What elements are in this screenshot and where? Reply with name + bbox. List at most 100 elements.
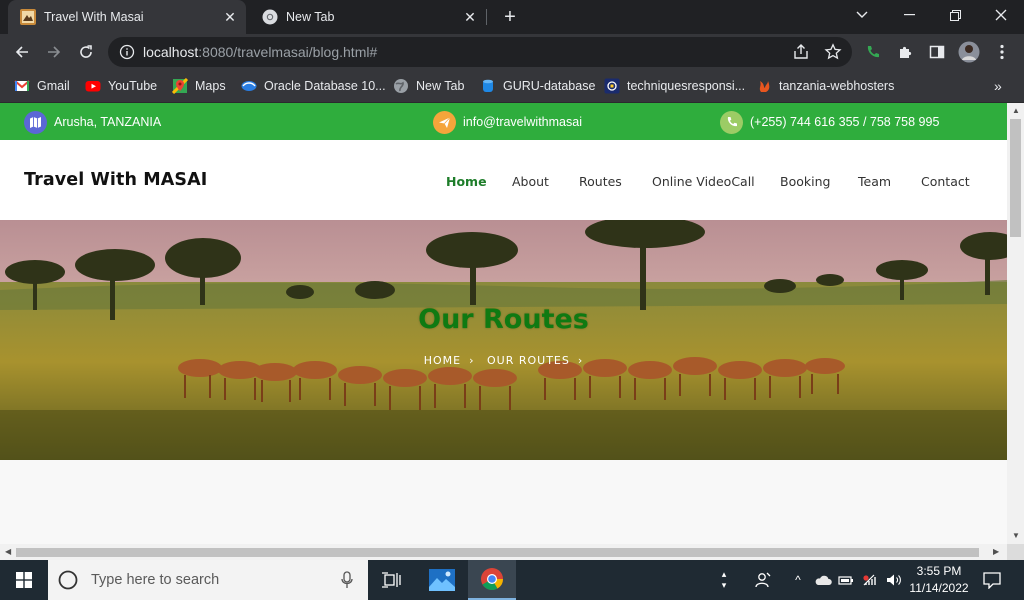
side-panel-icon[interactable] bbox=[926, 41, 948, 63]
chevron-right-icon: › bbox=[469, 354, 475, 367]
browser-toolbar: localhost:8080/travelmasai/blog.html# bbox=[0, 34, 1024, 70]
nav-booking[interactable]: Booking bbox=[780, 174, 830, 189]
volume-icon[interactable] bbox=[884, 560, 904, 600]
show-hidden-icons-chevron-icon[interactable]: ^ bbox=[790, 560, 806, 600]
vertical-scroll-thumb[interactable] bbox=[1010, 119, 1021, 237]
tab-title: New Tab bbox=[286, 10, 335, 24]
location-text: Arusha, TANZANIA bbox=[54, 115, 162, 129]
puzzle-extensions-icon[interactable] bbox=[894, 41, 916, 63]
nav-about[interactable]: About bbox=[512, 174, 549, 189]
address-bar[interactable]: localhost:8080/travelmasai/blog.html# bbox=[108, 37, 852, 67]
chrome-icon bbox=[262, 9, 278, 25]
globe-icon bbox=[394, 79, 408, 93]
hero-title: Our Routes bbox=[418, 304, 589, 335]
bookmark-gmail[interactable]: Gmail bbox=[14, 77, 70, 95]
clock-time: 3:55 PM bbox=[916, 564, 962, 578]
chevron-right-icon: › bbox=[577, 354, 584, 367]
horizontal-scrollbar[interactable]: ◀ ▶ bbox=[0, 544, 1007, 560]
bookmark-techniquesresponsi[interactable]: techniquesresponsi... bbox=[604, 77, 745, 95]
tab-new-tab[interactable]: New Tab ✕ bbox=[250, 0, 486, 34]
youtube-icon bbox=[85, 81, 101, 92]
nav-online-videocall[interactable]: Online VideoCall bbox=[652, 174, 755, 189]
forward-arrow-icon[interactable] bbox=[40, 38, 68, 66]
safari-tab-icon bbox=[20, 9, 36, 25]
tab-search-chevron-icon[interactable] bbox=[839, 0, 885, 30]
bookmark-guru-database[interactable]: GURU-database bbox=[480, 77, 595, 95]
nav-home[interactable]: Home bbox=[446, 174, 487, 189]
gmail-icon bbox=[14, 80, 30, 91]
phone-text[interactable]: (+255) 744 616 355 / 758 758 995 bbox=[750, 115, 939, 129]
bookmark-maps[interactable]: Maps bbox=[172, 77, 226, 95]
page-viewport: Arusha, TANZANIA info@travelwithmasai (+… bbox=[0, 103, 1007, 544]
bookmarks-overflow-chevron-icon[interactable]: » bbox=[994, 77, 1002, 95]
search-placeholder: Type here to search bbox=[91, 572, 220, 588]
taskbar-clock[interactable]: 3:55 PM 11/14/2022 bbox=[906, 563, 972, 597]
tray-scroll-arrows[interactable]: ▴ ▾ bbox=[716, 560, 732, 600]
star-icon[interactable] bbox=[824, 43, 842, 61]
clock-date: 11/14/2022 bbox=[909, 581, 969, 595]
site-logo[interactable]: Travel With MASAI bbox=[24, 170, 207, 190]
people-icon[interactable] bbox=[750, 560, 776, 600]
new-tab-plus-icon[interactable]: + bbox=[500, 7, 520, 27]
profile-avatar-icon[interactable] bbox=[958, 41, 980, 63]
close-icon[interactable]: ✕ bbox=[222, 9, 238, 25]
onedrive-cloud-icon[interactable] bbox=[812, 560, 834, 600]
tab-travel-with-masai[interactable]: Travel With Masai ✕ bbox=[8, 0, 246, 34]
phone-item[interactable]: (+255) 744 616 355 / 758 758 995 bbox=[720, 110, 939, 134]
scrollbar-corner bbox=[1007, 544, 1024, 560]
phone-extension-icon[interactable] bbox=[862, 41, 884, 63]
breadcrumb: HOME › OUR ROUTES › bbox=[0, 354, 1007, 367]
restore-icon[interactable] bbox=[932, 0, 978, 30]
map-icon bbox=[24, 110, 47, 134]
phone-icon bbox=[720, 110, 743, 134]
nav-routes[interactable]: Routes bbox=[579, 174, 622, 189]
kebab-menu-icon[interactable] bbox=[991, 41, 1013, 63]
savanna-image bbox=[0, 220, 1007, 460]
bookmark-new-tab[interactable]: New Tab bbox=[393, 77, 464, 95]
back-arrow-icon[interactable] bbox=[8, 38, 36, 66]
windows-taskbar: Type here to search ▴ ▾ ^ 3:55 PM 11/14/2… bbox=[0, 560, 1024, 600]
task-view-icon[interactable] bbox=[368, 560, 416, 600]
close-icon[interactable]: ✕ bbox=[462, 9, 478, 25]
email-text[interactable]: info@travelwithmasai bbox=[463, 115, 582, 129]
taskbar-search-box[interactable]: Type here to search bbox=[48, 560, 368, 600]
tab-title: Travel With Masai bbox=[44, 10, 144, 24]
scroll-up-arrow-icon[interactable]: ▲ bbox=[1012, 106, 1020, 115]
share-icon[interactable] bbox=[792, 43, 810, 61]
scroll-down-arrow-icon[interactable]: ▼ bbox=[1012, 531, 1020, 540]
bookmark-oracle[interactable]: Oracle Database 10... bbox=[241, 77, 386, 95]
bookmark-youtube[interactable]: YouTube bbox=[85, 77, 157, 95]
battery-icon[interactable] bbox=[836, 560, 856, 600]
horizontal-scroll-thumb[interactable] bbox=[16, 548, 979, 557]
notification-center-icon[interactable] bbox=[978, 560, 1006, 600]
photos-app-icon[interactable] bbox=[418, 560, 466, 600]
email-item[interactable]: info@travelwithmasai bbox=[433, 110, 582, 134]
close-window-icon[interactable] bbox=[978, 0, 1024, 30]
reload-icon[interactable] bbox=[72, 38, 100, 66]
info-icon[interactable] bbox=[119, 44, 135, 60]
minimize-icon[interactable] bbox=[886, 0, 932, 30]
webhosters-icon bbox=[759, 81, 770, 92]
bookmark-tanzania-webhosters[interactable]: tanzania-webhosters bbox=[756, 77, 894, 95]
search-circle-icon bbox=[58, 570, 78, 590]
scroll-left-arrow-icon[interactable]: ◀ bbox=[5, 547, 11, 556]
nav-contact[interactable]: Contact bbox=[921, 174, 970, 189]
site-header: Travel With MASAI Home About Routes Onli… bbox=[0, 140, 1007, 220]
database-icon bbox=[483, 79, 493, 92]
breadcrumb-current: OUR ROUTES bbox=[487, 354, 570, 367]
microphone-icon[interactable] bbox=[341, 571, 353, 589]
oracle-icon bbox=[241, 81, 257, 91]
scroll-right-arrow-icon[interactable]: ▶ bbox=[993, 547, 999, 556]
windows-start-icon[interactable] bbox=[0, 560, 48, 600]
paper-plane-icon bbox=[433, 110, 456, 134]
techniques-icon bbox=[604, 78, 620, 94]
chevron-up-icon[interactable]: ▴ bbox=[722, 569, 727, 580]
url-text: localhost:8080/travelmasai/blog.html# bbox=[143, 44, 378, 60]
location-item: Arusha, TANZANIA bbox=[24, 110, 161, 134]
nav-team[interactable]: Team bbox=[858, 174, 891, 189]
network-wifi-icon[interactable] bbox=[860, 560, 880, 600]
vertical-scrollbar[interactable]: ▲ ▼ bbox=[1007, 103, 1024, 544]
chrome-taskbar-icon[interactable] bbox=[468, 560, 516, 600]
chevron-down-icon[interactable]: ▾ bbox=[722, 580, 727, 591]
breadcrumb-home[interactable]: HOME bbox=[424, 354, 461, 367]
